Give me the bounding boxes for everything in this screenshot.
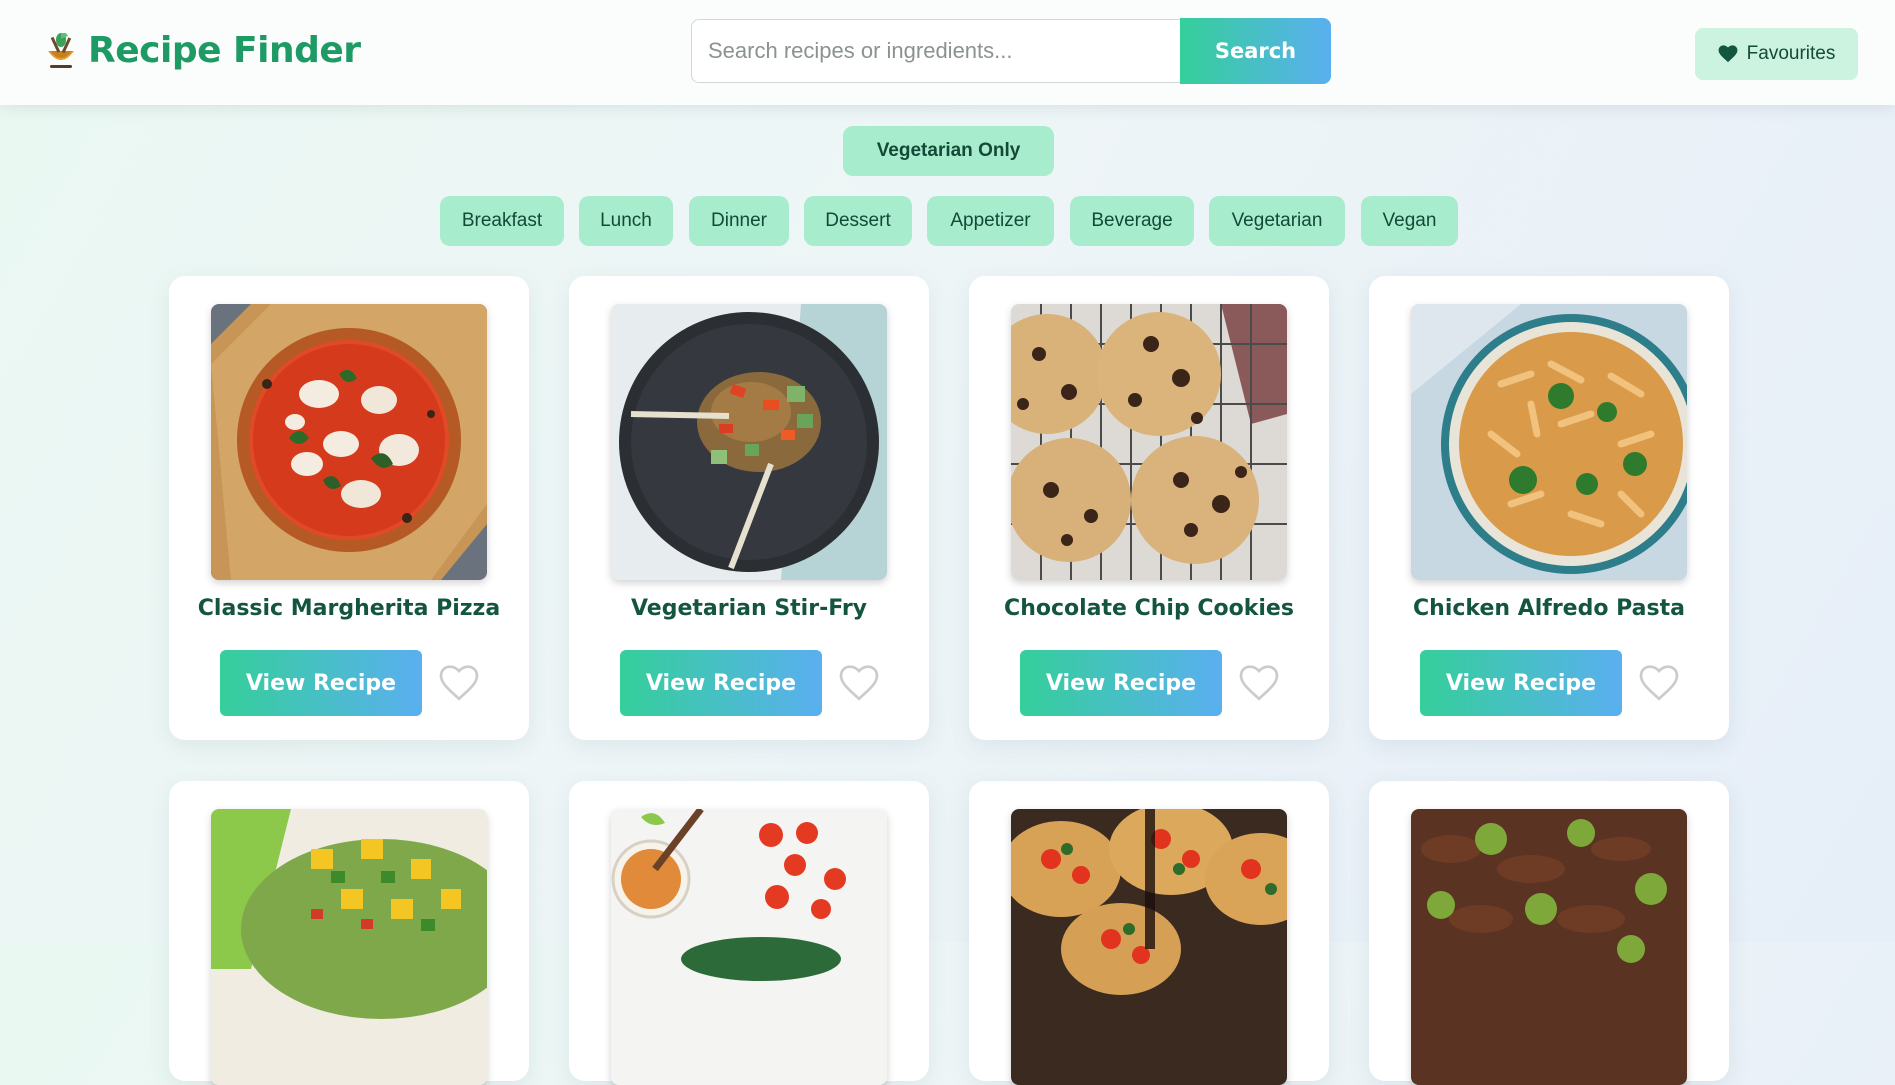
mango-salsa-photo[interactable] (211, 809, 487, 1085)
recipe-card: Classic Margherita Pizza View Recipe (169, 276, 529, 740)
recipe-title: Vegetarian Stir-Fry (630, 596, 868, 621)
app-logo[interactable]: Recipe Finder (44, 30, 361, 71)
favourites-label: Favourites (1746, 43, 1836, 64)
vegetable-stir-fry-photo[interactable] (611, 304, 887, 580)
heart-icon (1718, 45, 1738, 63)
category-chip-breakfast[interactable]: Breakfast (440, 196, 564, 246)
category-chip-vegan[interactable]: Vegan (1361, 196, 1458, 246)
app-title: Recipe Finder (88, 30, 361, 71)
chicken-alfredo-pasta-photo[interactable] (1411, 304, 1687, 580)
category-chip-beverage[interactable]: Beverage (1070, 196, 1194, 246)
favourite-heart-button[interactable] (437, 662, 481, 706)
recipe-card (1369, 781, 1729, 1085)
category-chip-lunch[interactable]: Lunch (579, 196, 673, 246)
dressing-tomatoes-photo[interactable] (611, 809, 887, 1085)
recipe-card: Chicken Alfredo Pasta View Recipe (1369, 276, 1729, 740)
search-bar: Search (691, 18, 1331, 84)
view-recipe-button[interactable]: View Recipe (620, 650, 822, 716)
view-recipe-button[interactable]: View Recipe (1020, 650, 1222, 716)
category-chip-vegetarian[interactable]: Vegetarian (1209, 196, 1345, 246)
recipe-card (569, 781, 929, 1085)
recipe-title: Chocolate Chip Cookies (1004, 596, 1294, 621)
top-header: Recipe Finder Search Favourites (0, 0, 1895, 105)
heart-outline-icon (1639, 664, 1679, 701)
category-chip-dessert[interactable]: Dessert (804, 196, 912, 246)
favourite-heart-button[interactable] (837, 662, 881, 706)
category-chip-dinner[interactable]: Dinner (689, 196, 789, 246)
search-input[interactable] (691, 19, 1180, 83)
favourite-heart-button[interactable] (1637, 662, 1681, 706)
favourites-button[interactable]: Favourites (1695, 28, 1858, 80)
heart-outline-icon (839, 664, 879, 701)
recipe-title: Classic Margherita Pizza (197, 596, 501, 621)
chef-bowl-icon (44, 31, 78, 71)
recipe-title: Chicken Alfredo Pasta (1413, 596, 1685, 621)
heart-outline-icon (439, 664, 479, 701)
heart-outline-icon (1239, 664, 1279, 701)
bruschetta-photo[interactable] (1011, 809, 1287, 1085)
chocolate-chip-cookies-photo[interactable] (1011, 304, 1287, 580)
favourite-heart-button[interactable] (1237, 662, 1281, 706)
recipe-card (969, 781, 1329, 1085)
search-button[interactable]: Search (1180, 18, 1331, 84)
recipe-card: Chocolate Chip Cookies View Recipe (969, 276, 1329, 740)
beef-broccoli-photo[interactable] (1411, 809, 1687, 1085)
view-recipe-button[interactable]: View Recipe (1420, 650, 1622, 716)
recipe-card (169, 781, 529, 1085)
margherita-pizza-photo[interactable] (211, 304, 487, 580)
recipe-card: Vegetarian Stir-Fry View Recipe (569, 276, 929, 740)
category-chip-appetizer[interactable]: Appetizer (927, 196, 1054, 246)
view-recipe-button[interactable]: View Recipe (220, 650, 422, 716)
vegetarian-only-toggle[interactable]: Vegetarian Only (843, 126, 1054, 176)
